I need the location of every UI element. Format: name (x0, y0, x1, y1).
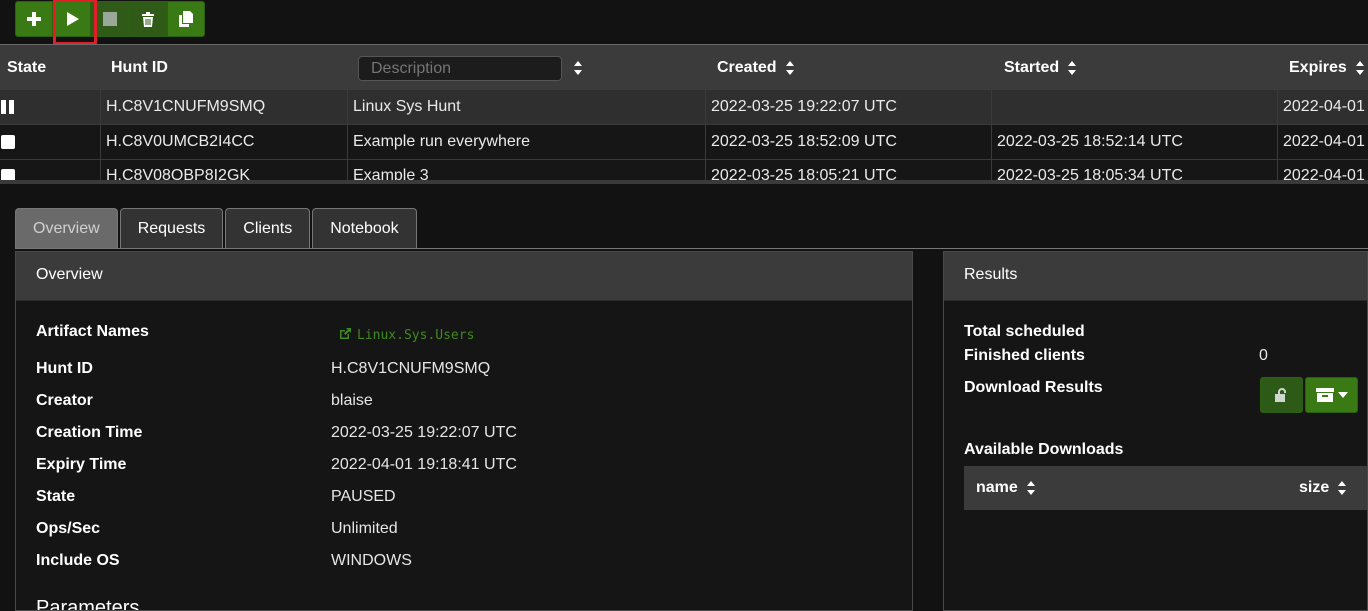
field-label: Ops/Sec (36, 520, 101, 537)
finished-clients-label: Finished clients (964, 347, 1085, 364)
description-cell: Example run everywhere (347, 125, 705, 159)
col-download-name[interactable]: name (976, 466, 1036, 510)
started-cell: 2022-03-25 18:05:34 UTC (991, 159, 1277, 181)
play-icon (67, 12, 79, 26)
field-value: Unlimited (331, 520, 398, 537)
artifact-link[interactable]: Linux.Sys.Users (339, 327, 474, 343)
tab-notebook[interactable]: Notebook (312, 208, 417, 248)
col-started[interactable]: Started (1004, 45, 1077, 91)
sort-icon (1026, 480, 1035, 495)
col-download-size[interactable]: size (1299, 466, 1347, 510)
unlock-download-button[interactable] (1260, 377, 1303, 413)
field-label: Artifact Names (36, 323, 149, 340)
created-cell: 2022-03-25 19:22:07 UTC (705, 90, 991, 124)
col-expires[interactable]: Expires (1289, 45, 1365, 91)
expires-cell: 2022-04-01 (1277, 90, 1368, 124)
pause-icon (1, 100, 14, 114)
downloads-table-header: name size (964, 466, 1367, 510)
col-state[interactable]: State (7, 45, 46, 91)
chevron-down-icon (1337, 392, 1348, 398)
hunt-id-cell: H.C8V1CNUFM9SMQ (100, 90, 347, 124)
stop-icon (103, 12, 117, 26)
table-row[interactable]: H.C8V0UMCB2I4CC Example run everywhere 2… (0, 125, 1368, 160)
table-row[interactable]: H.C8V08OBP8I2GK Example 3 2022-03-25 18:… (0, 159, 1368, 181)
download-results-label: Download Results (964, 379, 1103, 396)
table-row[interactable]: H.C8V1CNUFM9SMQ Linux Sys Hunt 2022-03-2… (0, 90, 1368, 125)
stop-hunt-button[interactable] (91, 1, 129, 37)
field-value: blaise (331, 392, 373, 409)
field-value: 2022-03-25 19:22:07 UTC (331, 424, 517, 441)
results-panel-title: Results (944, 252, 1367, 301)
plus-icon (27, 12, 41, 26)
field-value: PAUSED (331, 488, 396, 505)
results-panel: Results Total scheduled Finished clients… (943, 251, 1368, 611)
archive-icon (1315, 388, 1334, 402)
sort-icon (785, 60, 794, 75)
available-downloads-label: Available Downloads (964, 441, 1124, 458)
col-hunt-id[interactable]: Hunt ID (111, 45, 168, 91)
overview-panel-title: Overview (16, 252, 912, 301)
sort-icon (1355, 60, 1364, 75)
expires-cell: 2022-04-01 (1277, 125, 1368, 159)
created-cell: 2022-03-25 18:52:09 UTC (705, 125, 991, 159)
copy-hunt-button[interactable] (167, 1, 205, 37)
field-value: 2022-04-01 19:18:41 UTC (331, 456, 517, 473)
col-created[interactable]: Created (717, 45, 795, 91)
parameters-heading: Parameters (36, 597, 140, 611)
stop-icon (1, 135, 15, 149)
description-filter-input[interactable] (358, 56, 562, 81)
trash-icon (142, 12, 154, 27)
finished-clients-value: 0 (1259, 347, 1268, 364)
started-cell: 2022-03-25 18:52:14 UTC (991, 125, 1277, 159)
tab-overview[interactable]: Overview (15, 208, 118, 248)
table-header: State Hunt ID Created Started Expires (0, 44, 1368, 91)
field-label: Creator (36, 392, 93, 409)
sort-icon (1068, 60, 1077, 75)
description-cell: Example 3 (347, 159, 705, 181)
created-cell: 2022-03-25 18:05:21 UTC (705, 159, 991, 181)
tab-clients[interactable]: Clients (225, 208, 311, 248)
run-hunt-button[interactable] (53, 1, 91, 37)
delete-hunt-button[interactable] (129, 1, 167, 37)
sort-icon (1338, 480, 1347, 495)
download-archive-dropdown[interactable] (1305, 377, 1358, 413)
hunt-id-cell: H.C8V08OBP8I2GK (100, 159, 347, 181)
tab-divider (15, 248, 1368, 249)
hunts-table: State Hunt ID Created Started Expires H.… (0, 44, 1368, 181)
field-label: Hunt ID (36, 360, 93, 377)
sort-icon[interactable] (573, 60, 583, 76)
field-label: Expiry Time (36, 456, 127, 473)
field-value: WINDOWS (331, 552, 412, 569)
field-label: Creation Time (36, 424, 143, 441)
field-value: H.C8V1CNUFM9SMQ (331, 360, 491, 377)
new-hunt-button[interactable] (15, 1, 53, 37)
external-link-icon (340, 328, 351, 339)
description-cell: Linux Sys Hunt (347, 90, 705, 124)
overview-panel: Overview Artifact Names Linux.Sys.Users … (15, 251, 913, 611)
hunt-id-cell: H.C8V0UMCB2I4CC (100, 125, 347, 159)
copy-icon (179, 11, 193, 27)
hunt-tabs: Overview Requests Clients Notebook (15, 208, 419, 248)
field-label: Include OS (36, 552, 120, 569)
expires-cell: 2022-04-01 (1277, 159, 1368, 181)
unlock-icon (1274, 388, 1286, 402)
pane-splitter[interactable] (0, 180, 1368, 184)
total-scheduled-label: Total scheduled (964, 323, 1085, 340)
hunt-toolbar (15, 1, 205, 38)
field-label: State (36, 488, 76, 505)
started-cell (991, 90, 1277, 124)
tab-requests[interactable]: Requests (119, 208, 224, 248)
